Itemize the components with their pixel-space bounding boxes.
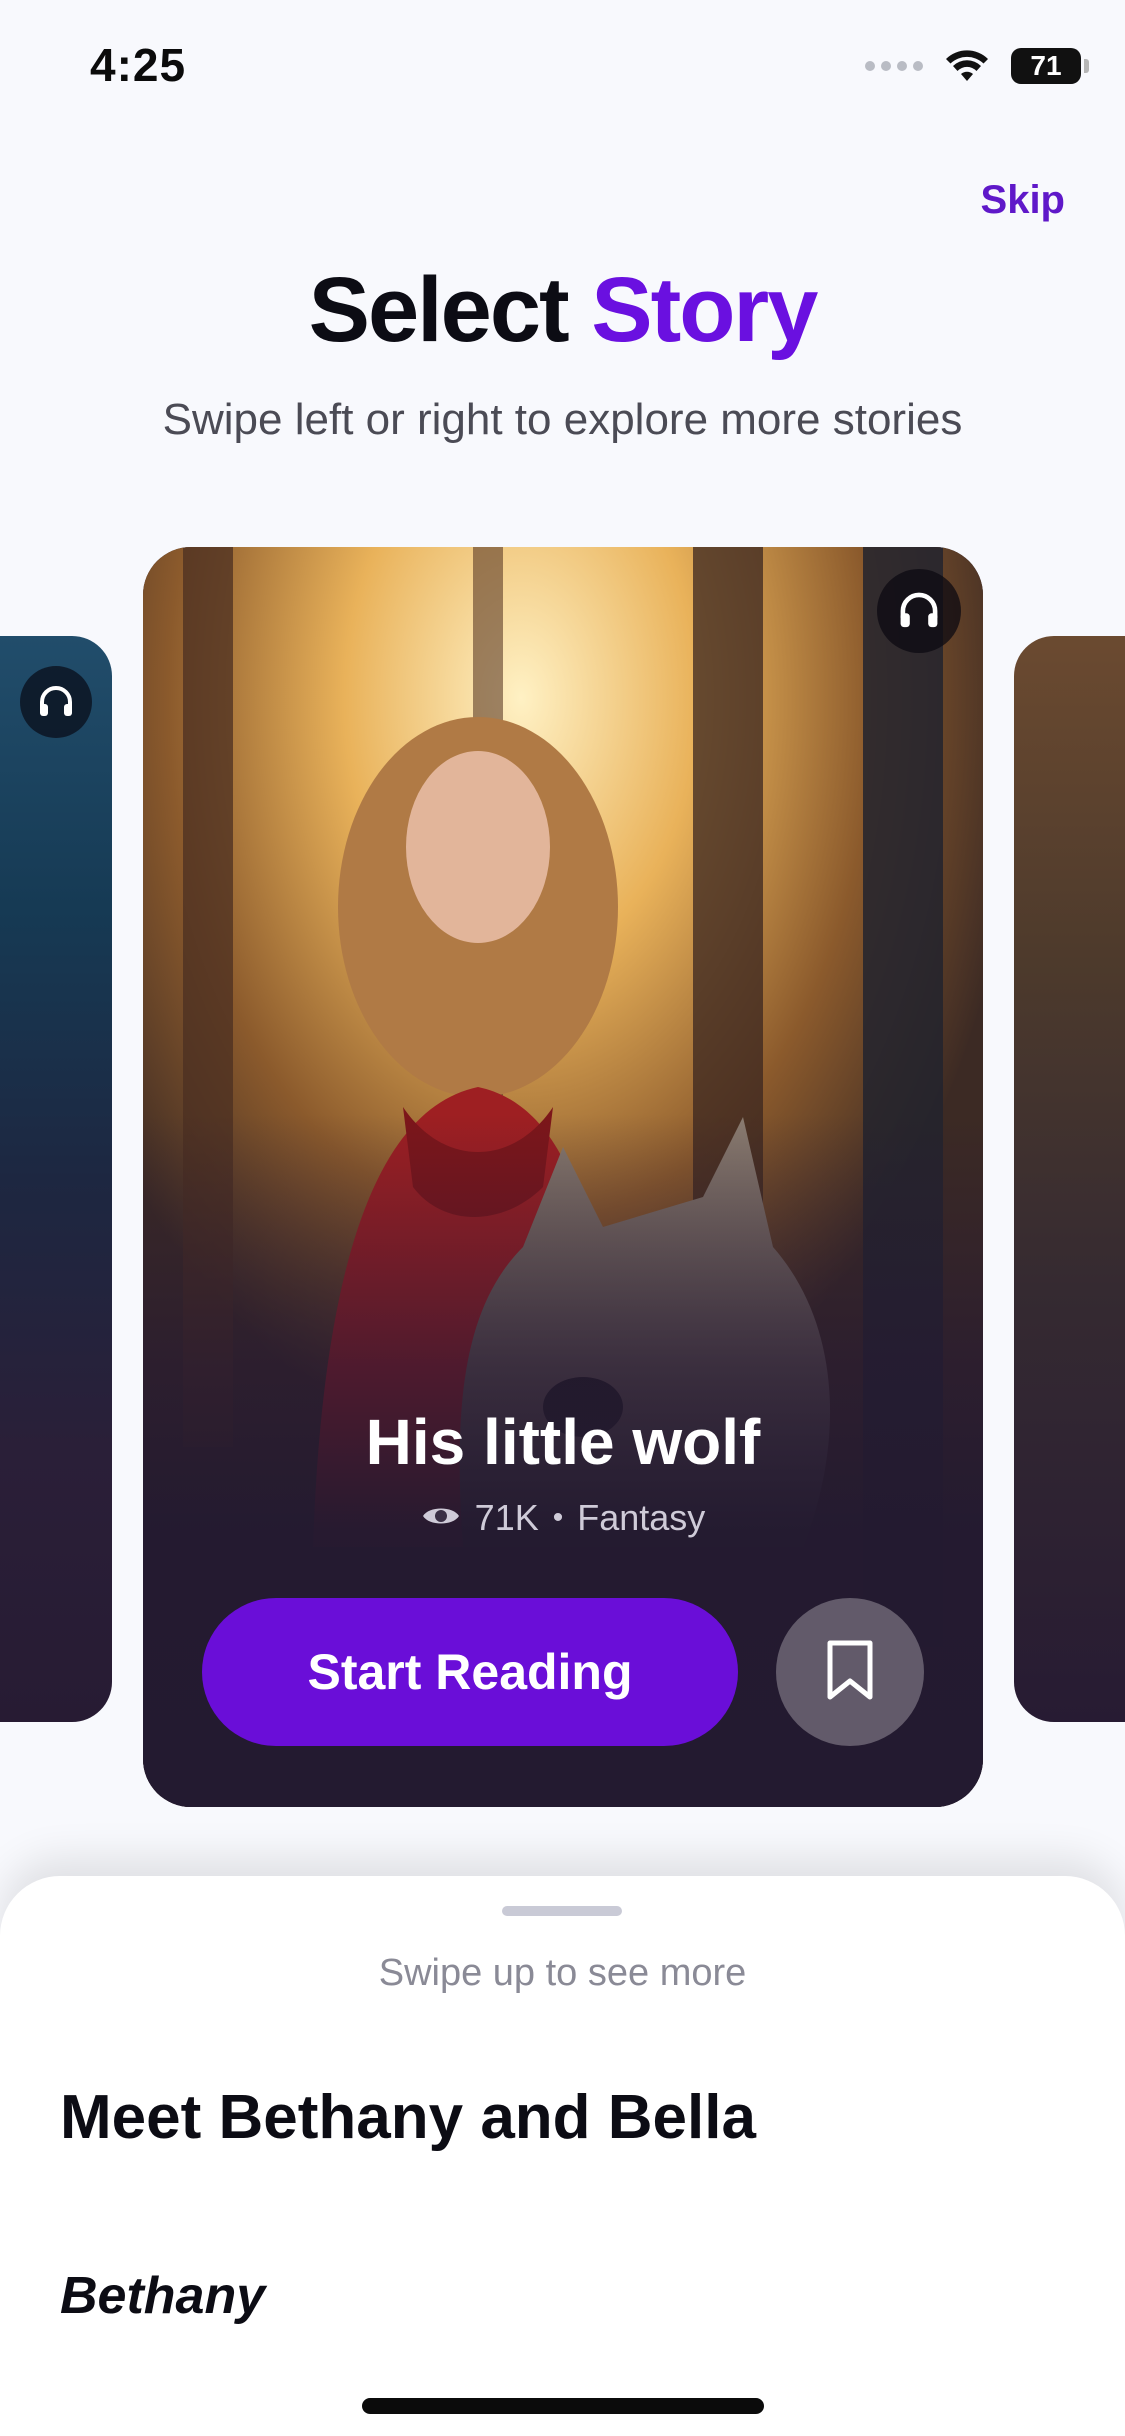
eye-icon <box>421 1497 461 1539</box>
sheet-hint: Swipe up to see more <box>378 1952 747 1994</box>
bookmark-button[interactable] <box>776 1598 924 1746</box>
next-story-card[interactable] <box>1014 636 1125 1722</box>
previous-story-card[interactable] <box>0 636 112 1722</box>
status-time: 4:25 <box>90 39 187 91</box>
home-indicator[interactable] <box>362 2398 764 2414</box>
meta-separator: • <box>552 1501 564 1534</box>
story-genre: Fantasy <box>577 1497 706 1538</box>
wifi-icon <box>945 49 989 83</box>
headphones-icon <box>20 666 92 738</box>
sheet-drag-handle[interactable] <box>502 1906 622 1916</box>
page-title: Select Story <box>0 258 1125 363</box>
cellular-signal-icon <box>865 61 923 71</box>
title-part-select: Select <box>308 259 570 361</box>
skip-button[interactable]: Skip <box>981 178 1065 223</box>
screen: 4:25 71 Skip Select Story Swipe left or … <box>0 0 1125 2436</box>
status-bar: 4:25 71 <box>0 0 1125 140</box>
story-meta: 71K • Fantasy <box>143 1497 983 1539</box>
status-indicators: 71 <box>865 48 1089 84</box>
story-views: 71K <box>474 1497 539 1538</box>
bottom-sheet[interactable]: Swipe up to see more Meet Bethany and Be… <box>0 1876 1125 2436</box>
page-subtitle: Swipe left or right to explore more stor… <box>162 395 963 444</box>
start-reading-button[interactable]: Start Reading <box>202 1598 738 1746</box>
story-title: His little wolf <box>365 1406 761 1478</box>
sheet-heading: Meet Bethany and Bella <box>60 2083 756 2152</box>
title-part-story: Story <box>591 259 818 361</box>
headphones-icon[interactable] <box>877 569 961 653</box>
battery-indicator: 71 <box>1011 48 1089 84</box>
story-card[interactable]: His little wolf 71K • Fantasy Start Read… <box>143 547 983 1807</box>
sheet-subheading: Bethany <box>60 2267 266 2325</box>
bookmark-icon <box>825 1639 875 1706</box>
